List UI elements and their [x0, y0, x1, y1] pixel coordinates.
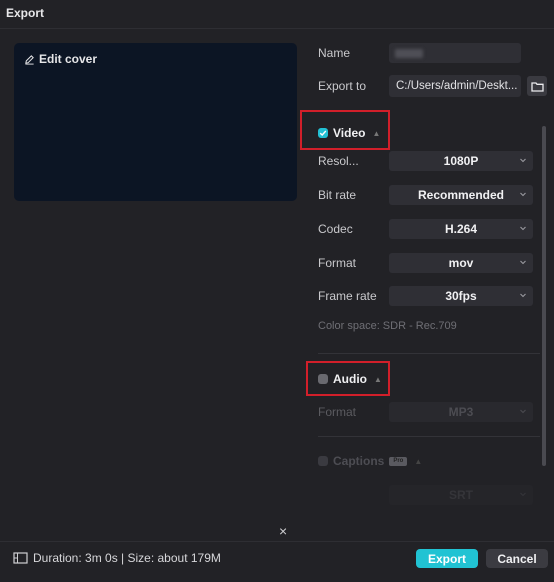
audio-format-select[interactable]: MP3 — [389, 402, 533, 422]
format-value: mov — [448, 256, 474, 270]
chevron-down-icon — [520, 409, 526, 414]
pencil-icon — [25, 54, 34, 65]
video-checkbox[interactable] — [318, 128, 328, 138]
settings-scrollbar[interactable] — [542, 126, 546, 466]
captions-format-row: SRT — [318, 484, 533, 506]
captions-label: Captions — [333, 454, 385, 468]
video-section-header[interactable]: Video ▲ — [318, 126, 380, 140]
edit-cover-button[interactable]: Edit cover — [24, 52, 97, 66]
audio-format-row: Format MP3 — [318, 401, 533, 423]
audio-label: Audio — [333, 372, 367, 386]
framerate-row: Frame rate 30fps — [318, 285, 533, 307]
checkmark-icon — [319, 130, 327, 136]
collapse-caret-icon[interactable]: ▲ — [374, 375, 382, 384]
bitrate-value: Recommended — [417, 188, 505, 202]
film-icon — [13, 552, 28, 564]
browse-folder-button[interactable] — [527, 76, 547, 96]
export-button[interactable]: Export — [416, 549, 478, 568]
title-bar: Export — [0, 0, 554, 29]
bitrate-row: Bit rate Recommended — [318, 184, 533, 206]
chevron-down-icon — [520, 260, 526, 265]
codec-value: H.264 — [444, 222, 478, 236]
cancel-button[interactable]: Cancel — [486, 549, 548, 568]
captions-section-header[interactable]: Captions Pro ▲ — [318, 454, 422, 468]
audio-format-label: Format — [318, 405, 357, 419]
chevron-down-icon — [520, 226, 526, 231]
folder-icon — [530, 81, 544, 92]
codec-select[interactable]: H.264 — [389, 219, 533, 239]
edit-cover-label: Edit cover — [39, 52, 98, 66]
color-space-info: Color space: SDR - Rec.709 — [318, 320, 457, 332]
codec-row: Codec H.264 — [318, 218, 533, 240]
collapse-caret-icon[interactable]: ▲ — [414, 457, 422, 466]
redacted-name — [395, 49, 423, 58]
window-title: Export — [6, 6, 45, 20]
chevron-down-icon — [520, 192, 526, 197]
format-row: Format mov — [318, 252, 533, 274]
close-icon[interactable]: × — [279, 523, 287, 539]
section-divider — [318, 436, 540, 437]
export-path-input[interactable]: C:/Users/admin/Deskt... — [389, 75, 521, 97]
resolution-label: Resol... — [318, 154, 359, 168]
chevron-down-icon — [520, 293, 526, 298]
duration-size-text: Duration: 3m 0s | Size: about 179M — [33, 551, 221, 565]
video-label: Video — [333, 126, 366, 140]
footer-divider — [0, 541, 554, 542]
captions-format-select[interactable]: SRT — [389, 485, 533, 505]
name-label: Name — [318, 46, 351, 60]
bitrate-label: Bit rate — [318, 188, 357, 202]
codec-label: Codec — [318, 222, 353, 236]
audio-section-header[interactable]: Audio ▲ — [318, 372, 382, 386]
framerate-select[interactable]: 30fps — [389, 286, 533, 306]
resolution-value: 1080P — [443, 154, 479, 168]
section-divider — [318, 353, 540, 354]
audio-checkbox[interactable] — [318, 374, 328, 384]
export-to-label: Export to — [318, 79, 367, 93]
captions-checkbox[interactable] — [318, 456, 328, 466]
resolution-row: Resol... 1080P — [318, 150, 533, 172]
framerate-value: 30fps — [445, 289, 477, 303]
chevron-down-icon — [520, 492, 526, 497]
format-select[interactable]: mov — [389, 253, 533, 273]
audio-format-value: MP3 — [448, 405, 474, 419]
cover-preview[interactable]: Edit cover — [14, 43, 297, 201]
export-info: Duration: 3m 0s | Size: about 179M — [13, 551, 221, 565]
framerate-label: Frame rate — [318, 289, 377, 303]
chevron-down-icon — [520, 158, 526, 163]
collapse-caret-icon[interactable]: ▲ — [372, 129, 380, 138]
captions-format-value: SRT — [449, 488, 473, 502]
name-input[interactable] — [389, 43, 521, 63]
format-label: Format — [318, 256, 357, 270]
bitrate-select[interactable]: Recommended — [389, 185, 533, 205]
pro-badge: Pro — [389, 456, 408, 466]
resolution-select[interactable]: 1080P — [389, 151, 533, 171]
